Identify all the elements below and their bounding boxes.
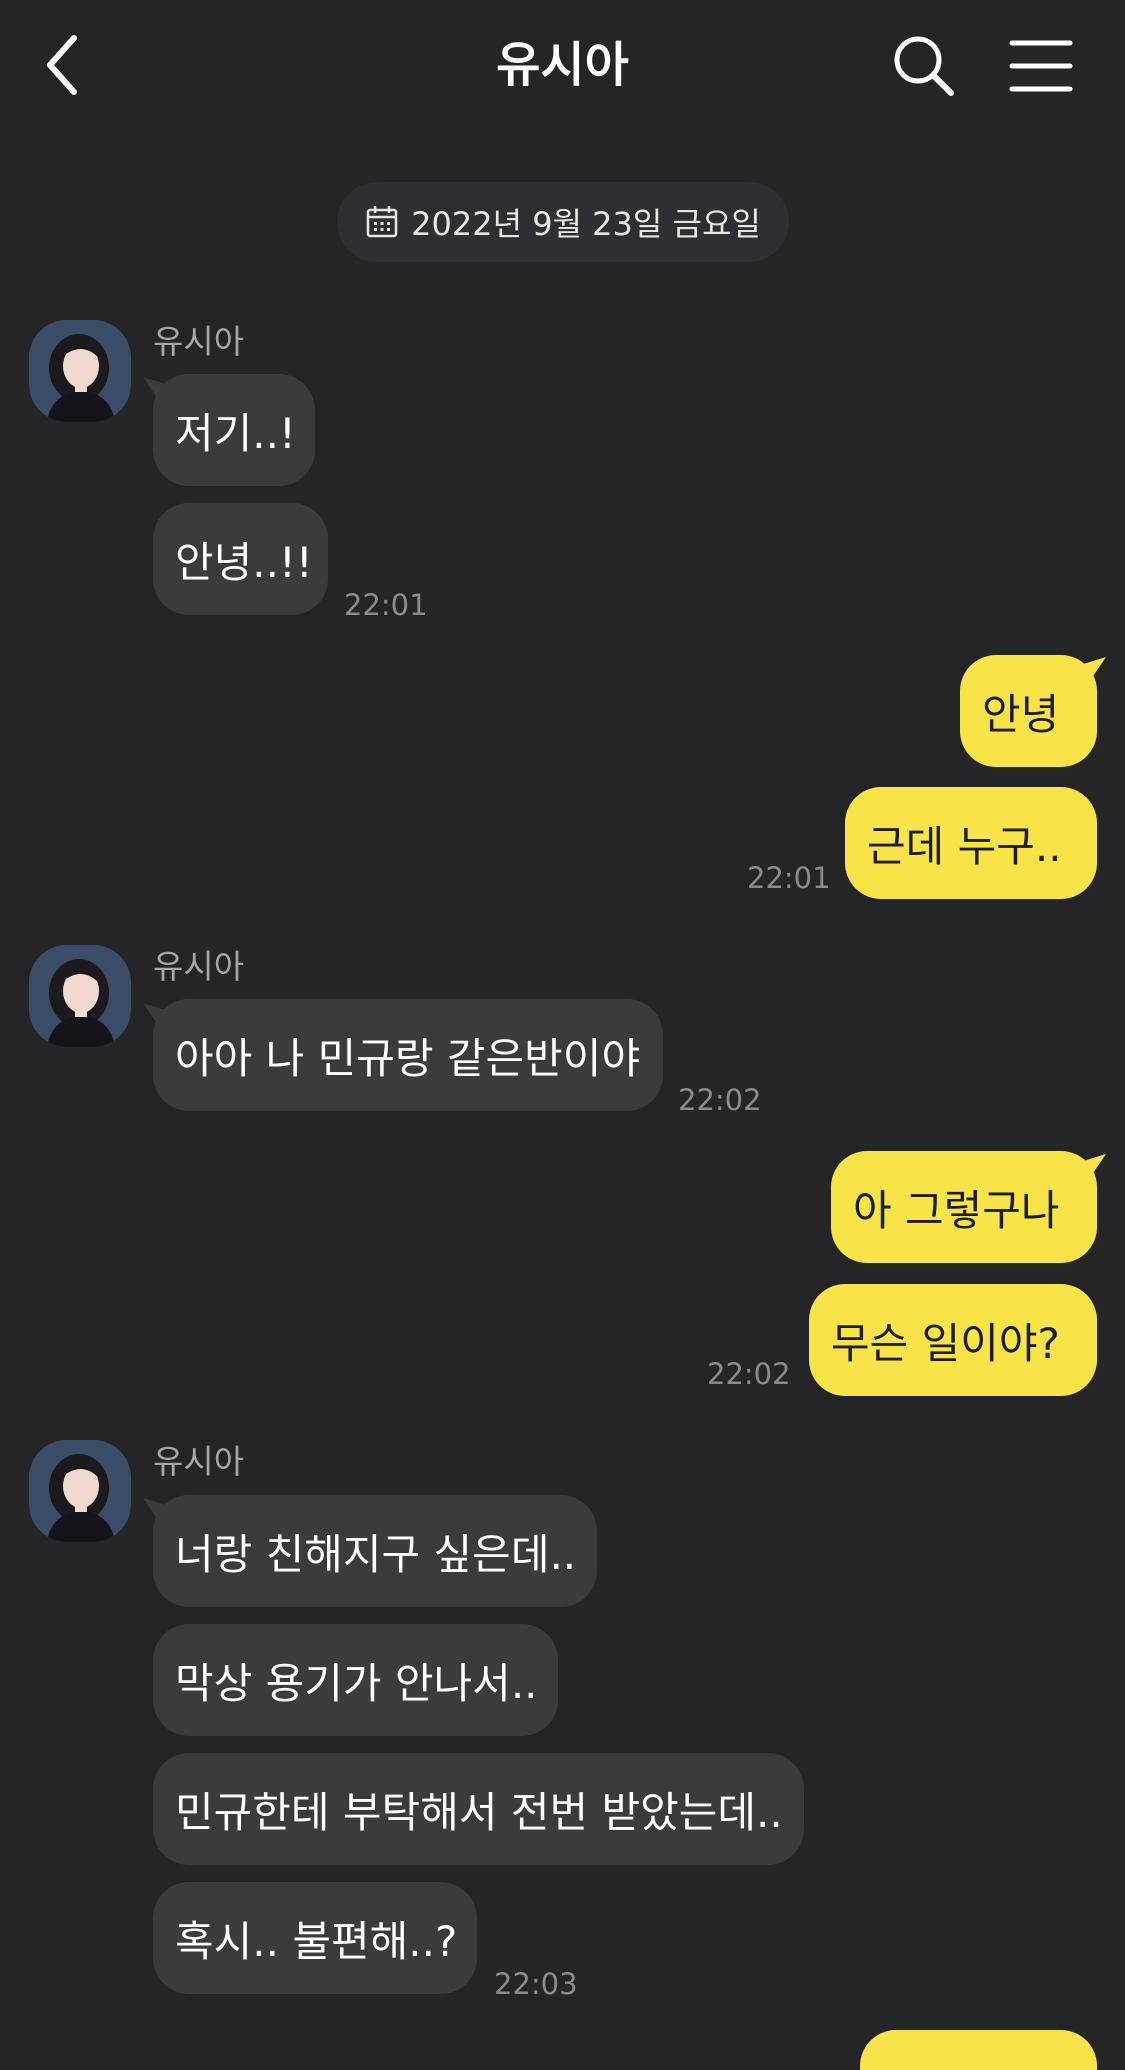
message-bubble-incoming[interactable]: 막상 용기가 안나서.. [153,1624,558,1736]
avatar[interactable] [29,320,131,422]
avatar[interactable] [29,1440,131,1542]
sender-name: 유시아 [153,322,245,361]
message-bubble-outgoing[interactable]: 아 그렇구나 [831,1151,1097,1263]
avatar[interactable] [29,945,131,1047]
message-bubble-outgoing[interactable]: 안녕 [960,655,1097,767]
message-time: 22:02 [678,1083,762,1117]
message-bubble-incoming[interactable]: 혹시.. 불편해..? [153,1882,477,1994]
message-bubble-incoming[interactable]: 민규한테 부탁해서 전번 받았는데.. [153,1753,804,1865]
message-time: 22:01 [747,861,831,895]
sender-name: 유시아 [153,1442,245,1481]
message-bubble-incoming[interactable]: 안녕..!! [153,503,328,615]
date-label: 2022년 9월 23일 금요일 [411,205,761,243]
message-time: 22:02 [707,1357,791,1391]
search-icon [894,36,954,96]
message-bubble-incoming[interactable]: 저기..! [153,374,315,486]
message-bubble-outgoing[interactable]: 무슨 일이야? [809,1284,1097,1396]
message-time: 22:01 [344,588,428,622]
message-bubble-incoming[interactable]: 너랑 친해지구 싶은데.. [153,1495,597,1607]
sender-name: 유시아 [153,947,245,986]
message-time: 22:03 [494,1967,578,2001]
message-bubble-incoming[interactable]: 아아 나 민규랑 같은반이야 [153,999,663,1111]
message-bubble-outgoing-partial[interactable] [860,2030,1097,2070]
profile-photo [29,945,131,1047]
hamburger-menu-icon [1009,40,1073,92]
message-bubble-outgoing[interactable]: 근데 누구.. [845,787,1097,899]
profile-photo [29,320,131,422]
date-divider: 2022년 9월 23일 금요일 [337,182,789,262]
calendar-icon [366,206,398,238]
menu-button[interactable] [1008,36,1074,96]
search-button[interactable] [888,30,962,104]
profile-photo [29,1440,131,1542]
